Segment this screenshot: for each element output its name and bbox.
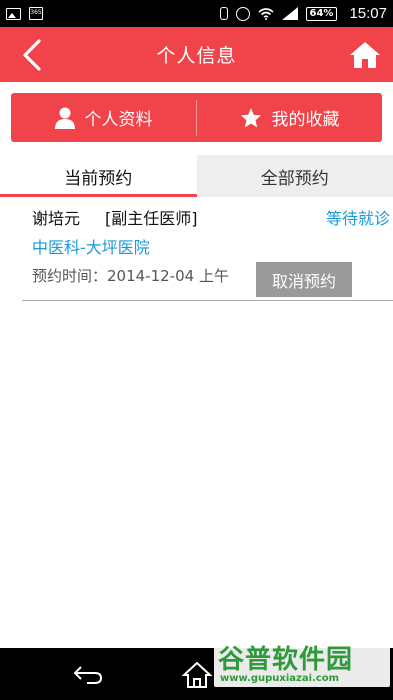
vibrate-icon <box>219 7 228 20</box>
page-title: 个人信息 <box>156 45 237 67</box>
doctor-name: 谢培元 <box>32 209 81 228</box>
chevron-left-icon <box>23 39 41 71</box>
back-button[interactable] <box>14 35 50 75</box>
wifi-icon <box>257 7 274 20</box>
nav-back-icon[interactable] <box>73 663 103 685</box>
profile-segment-bar: 个人资料 我的收藏 <box>11 93 382 142</box>
calendar-icon: 365 <box>29 7 43 20</box>
my-favorites-button[interactable]: 我的收藏 <box>197 93 382 142</box>
nav-home-icon[interactable] <box>182 661 212 689</box>
hospital-department: 中医科-大坪医院 <box>32 238 150 257</box>
home-icon <box>350 42 380 68</box>
clock-time: 15:07 <box>349 5 387 22</box>
status-bar-right: 64% 15:07 <box>219 5 387 22</box>
alarm-icon <box>235 6 250 21</box>
my-favorites-label: 我的收藏 <box>271 110 340 130</box>
status-bar: 365 64% 15:07 <box>0 0 393 27</box>
person-icon <box>54 107 75 129</box>
appointment-status: 等待就诊 <box>325 209 390 228</box>
image-icon <box>6 7 21 20</box>
personal-info-label: 个人资料 <box>84 110 153 130</box>
status-bar-left: 365 <box>6 7 43 20</box>
doctor-title: [副主任医师] <box>105 209 198 228</box>
appointment-time: 预约时间：2014-12-04 上午 <box>32 267 229 285</box>
home-button[interactable] <box>345 35 385 75</box>
watermark-url: www.gupuxiazai.com <box>220 673 340 684</box>
tab-current-appointments[interactable]: 当前预约 <box>0 155 197 197</box>
app-header: 个人信息 <box>0 27 393 82</box>
tab-all-appointments[interactable]: 全部预约 <box>197 155 393 197</box>
personal-info-button[interactable]: 个人资料 <box>11 93 196 142</box>
watermark-title: 谷普软件园 <box>218 645 354 675</box>
watermark-logo: 谷普软件园 www.gupuxiazai.com <box>214 637 390 687</box>
battery-icon: 64% <box>305 6 338 21</box>
appointment-tabs: 当前预约 全部预约 <box>0 155 393 197</box>
cancel-appointment-button[interactable]: 取消预约 <box>256 262 352 297</box>
signal-icon <box>281 7 298 20</box>
star-icon <box>240 107 261 127</box>
appointment-list-item[interactable]: 谢培元 [副主任医师] 等待就诊 中医科-大坪医院 预约时间：2014-12-0… <box>22 197 393 301</box>
